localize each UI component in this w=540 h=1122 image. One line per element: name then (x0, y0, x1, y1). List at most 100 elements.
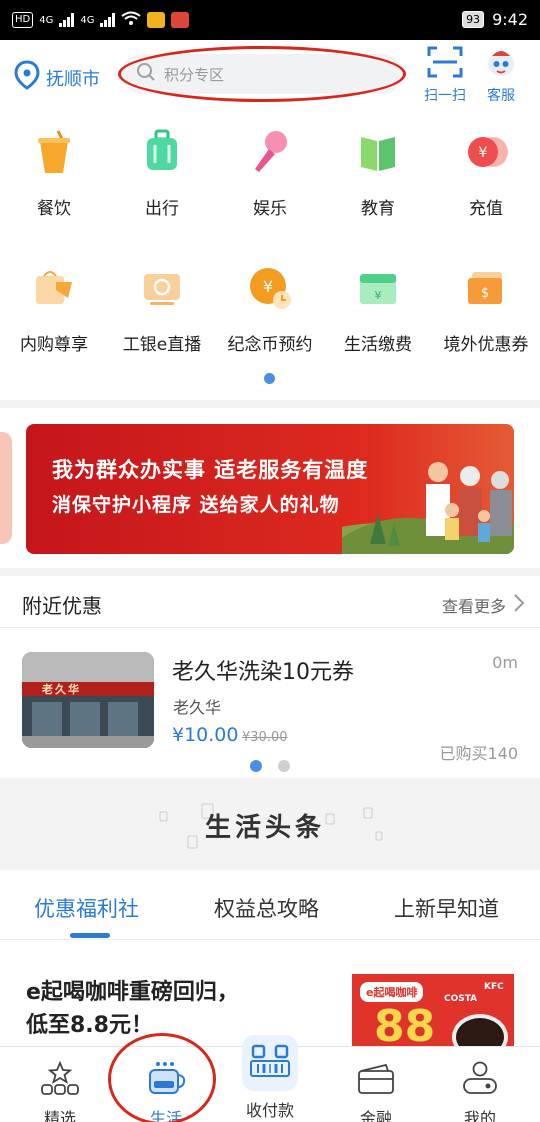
star-blocks-icon (40, 1060, 80, 1099)
nav-life[interactable]: 生活 (112, 1061, 220, 1122)
service-label: 娱乐 (253, 199, 287, 219)
service-education[interactable]: 教育 (324, 128, 432, 219)
service-entertainment[interactable]: 娱乐 (216, 128, 324, 219)
service-overseas-coupon[interactable]: $ 境外优惠券 (432, 264, 540, 355)
scan-button[interactable]: 扫一扫 (420, 46, 470, 105)
tab-benefits-guide[interactable]: 权益总攻略 (214, 893, 319, 923)
life-headline-section: 生活头条 (0, 780, 540, 870)
bottom-navigation: 精选 生活 收付款 金融 我的 (0, 1033, 540, 1122)
service-dining[interactable]: 餐饮 (0, 128, 108, 219)
carousel-dot-active[interactable] (250, 760, 262, 772)
luggage-icon (138, 128, 186, 176)
article-card[interactable]: e起喝咖啡重磅回归， 低至8.8元！ e起喝咖啡 COSTA KFC 88 (0, 940, 540, 1050)
active-tab-indicator (70, 933, 110, 938)
nav-label: 我的 (463, 1109, 496, 1122)
tab-new-arrivals[interactable]: 上新早知道 (394, 893, 499, 923)
wifi-icon (121, 11, 142, 29)
nav-profile[interactable]: 我的 (426, 1061, 534, 1122)
service-travel[interactable]: 出行 (108, 128, 216, 219)
commemorative-coin-icon: ¥ (246, 264, 294, 312)
wallet-card-icon (356, 1061, 396, 1099)
signal-4g-label-2: 4G (80, 14, 95, 26)
payment-scan-tile[interactable] (242, 1035, 298, 1091)
coin-icon: ¥ (462, 128, 510, 176)
location-pin-icon (14, 60, 40, 95)
nav-finance[interactable]: 金融 (322, 1061, 430, 1122)
tab-welfare-club[interactable]: 优惠福利社 (34, 893, 139, 923)
promo-badge: e起喝咖啡 (360, 982, 424, 1002)
service-label: 境外优惠券 (443, 335, 529, 355)
customer-service-button[interactable]: 客服 (476, 46, 526, 105)
service-label: 教育 (361, 199, 395, 219)
location-selector[interactable]: 抚顺市 (14, 60, 100, 95)
coffee-promo-image: e起喝咖啡 COSTA KFC 88 (352, 974, 514, 1050)
service-live-stream[interactable]: 工银e直播 (108, 264, 216, 355)
promo-banner[interactable]: 我为群众办实事 适老服务有温度 消保守护小程序 送给家人的礼物 (26, 424, 514, 554)
deal-carousel-indicator (250, 760, 290, 772)
coffee-cup-icon (146, 1061, 186, 1099)
red-app-icon (171, 12, 190, 28)
nav-payments[interactable]: 收付款 (216, 1097, 324, 1121)
nav-featured[interactable]: 精选 (6, 1060, 114, 1122)
robot-mascot-icon (484, 46, 518, 82)
network-type-label: HD (12, 12, 34, 28)
clock: 9:42 (492, 10, 528, 29)
chevron-right-icon (514, 594, 525, 616)
service-recharge[interactable]: ¥ 充值 (432, 128, 540, 219)
scan-icon (427, 46, 463, 82)
coffee-cup-image (452, 1014, 508, 1050)
live-tv-icon (138, 264, 186, 312)
drink-cup-icon (30, 128, 78, 176)
service-label: 内购尊享 (20, 335, 88, 355)
content-tabs: 优惠福利社 权益总攻略 上新早知道 (0, 870, 540, 940)
service-internal-purchase[interactable]: 内购尊享 (0, 264, 108, 355)
banner-subheadline: 消保守护小程序 送给家人的礼物 (52, 494, 340, 516)
coffee-brand-label: COSTA (444, 994, 478, 1004)
service-label: 客服 (487, 88, 515, 104)
svg-text:$: $ (481, 286, 489, 301)
status-bar: HD 4G 4G 93 9:42 (0, 0, 540, 40)
nav-label: 金融 (359, 1109, 392, 1122)
nav-label: 生活 (149, 1109, 182, 1122)
deal-shop-name: 老久华 (173, 698, 222, 717)
signal-bars-icon-2 (100, 13, 116, 27)
signal-4g-label: 4G (39, 14, 54, 26)
shopping-bag-icon (30, 264, 78, 312)
headline-title: 生活头条 (205, 813, 326, 843)
service-utility-bills[interactable]: ¥ 生活缴费 (324, 264, 432, 355)
deal-distance: 0m (492, 653, 518, 672)
article-title-line1: e起喝咖啡重磅回归， (26, 980, 239, 1005)
deal-title[interactable]: 老久华洗染10元券 (172, 654, 354, 686)
book-icon (354, 128, 402, 176)
grid-page-indicator (264, 373, 275, 384)
previous-banner-peek[interactable] (0, 432, 12, 544)
nearby-offers-title: 附近优惠 (22, 594, 102, 618)
mail-app-icon (147, 12, 166, 28)
carousel-dot[interactable] (278, 760, 290, 772)
service-label: 纪念币预约 (227, 335, 313, 355)
battery-indicator: 93 (462, 11, 485, 28)
service-label: 餐饮 (37, 199, 71, 219)
promo-price-number: 88 (374, 1001, 436, 1050)
service-label: 充值 (469, 199, 503, 219)
svg-text:¥: ¥ (375, 289, 382, 302)
banner-headline: 我为群众办实事 适老服务有温度 (52, 458, 369, 482)
city-name: 抚顺市 (46, 68, 100, 90)
nearby-offers-section: 附近优惠 查看更多 老久华 老久华洗染10元券 0m 老久华 ¥10.00 ¥3… (0, 576, 540, 778)
see-more-link[interactable]: 查看更多 (441, 593, 525, 617)
scan-label: 扫一扫 (424, 88, 466, 104)
deal-price: ¥10.00 (172, 724, 239, 746)
kfc-brand-label: KFC (484, 982, 504, 992)
search-icon (136, 62, 156, 86)
nav-label: 收付款 (245, 1101, 294, 1120)
top-header: 抚顺市 积分专区 扫一扫 客服 (0, 40, 540, 110)
bill-icon: ¥ (354, 264, 402, 312)
see-more-label: 查看更多 (441, 597, 506, 616)
service-commemorative-coin[interactable]: ¥ 纪念币预约 (216, 264, 324, 355)
qr-scan-icon (249, 1043, 291, 1083)
shop-photo[interactable]: 老久华 (22, 652, 154, 748)
search-placeholder: 积分专区 (164, 65, 225, 84)
svg-text:¥: ¥ (479, 145, 488, 161)
search-bar[interactable]: 积分专区 (122, 54, 402, 94)
banner-carousel: 我为群众办实事 适老服务有温度 消保守护小程序 送给家人的礼物 (0, 408, 540, 568)
